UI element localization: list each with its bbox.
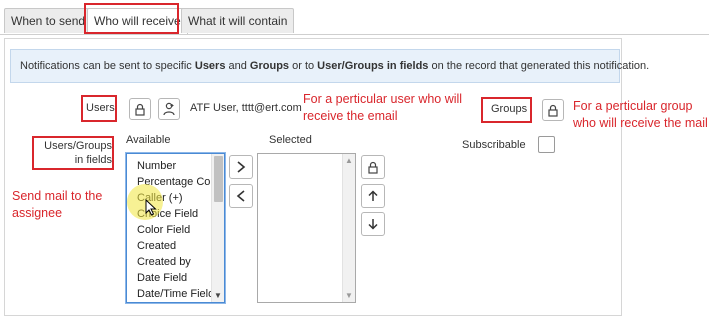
available-option[interactable]: Color Field [127, 222, 224, 238]
info-message: Notifications can be sent to specific Us… [10, 49, 649, 83]
available-scrollbar[interactable]: ▼ [211, 154, 224, 302]
annotation-assignee: Send mail to the assignee [12, 189, 103, 220]
tab-highlight-box [84, 3, 179, 34]
move-down-button[interactable] [361, 212, 385, 236]
users-value: ATF User, tttt@ert.com [190, 102, 302, 114]
groups-label: Groups [491, 103, 528, 115]
scroll-down-icon[interactable]: ▼ [345, 291, 353, 300]
selected-label: Selected [269, 134, 312, 146]
lock-icon [368, 161, 378, 174]
mouse-cursor-icon [145, 199, 157, 216]
available-option[interactable]: Created [127, 238, 224, 254]
available-options: NumberPercentage ComCaller (+)Choice Fie… [127, 154, 224, 302]
chevron-right-icon [237, 161, 246, 173]
available-label: Available [126, 134, 171, 146]
groups-lock-button[interactable] [542, 99, 564, 121]
annotation-user: For a perticular user who will receive t… [303, 92, 463, 123]
remove-button[interactable] [229, 184, 253, 208]
scrollbar-thumb[interactable] [214, 156, 223, 202]
available-option[interactable]: Date/Time Field [127, 286, 224, 302]
scroll-down-icon[interactable]: ▼ [214, 291, 222, 300]
lock-icon [548, 104, 558, 117]
available-option[interactable]: Created by [127, 254, 224, 270]
tab-when-to-send[interactable]: When to send [4, 8, 93, 33]
selected-scrollbar[interactable]: ▲ ▼ [342, 154, 355, 302]
arrow-up-icon [368, 190, 378, 201]
users-lock-button[interactable] [129, 98, 151, 120]
move-up-button[interactable] [361, 184, 385, 208]
subscribable-checkbox[interactable] [538, 136, 555, 153]
lock-icon [135, 103, 145, 116]
available-option[interactable]: Date Field [127, 270, 224, 286]
arrow-down-icon [368, 219, 378, 230]
scroll-up-icon[interactable]: ▲ [345, 156, 353, 165]
selected-listbox[interactable]: ▲ ▼ [257, 153, 356, 303]
annotation-group: For a perticular group who will receive … [573, 99, 708, 130]
available-listbox[interactable]: NumberPercentage ComCaller (+)Choice Fie… [126, 153, 225, 303]
chevron-left-icon [236, 190, 245, 202]
available-option[interactable]: Number [127, 158, 224, 174]
users-lookup-button[interactable] [158, 98, 180, 120]
tab-what-it-will-contain[interactable]: What it will contain [181, 8, 295, 33]
selected-lock-button[interactable] [361, 155, 385, 179]
user-add-icon [163, 102, 175, 116]
subscribable-label: Subscribable [462, 139, 526, 151]
add-button[interactable] [229, 155, 253, 179]
users-label: Users [86, 102, 115, 114]
fields-label: Users/Groups in fields [44, 140, 112, 166]
